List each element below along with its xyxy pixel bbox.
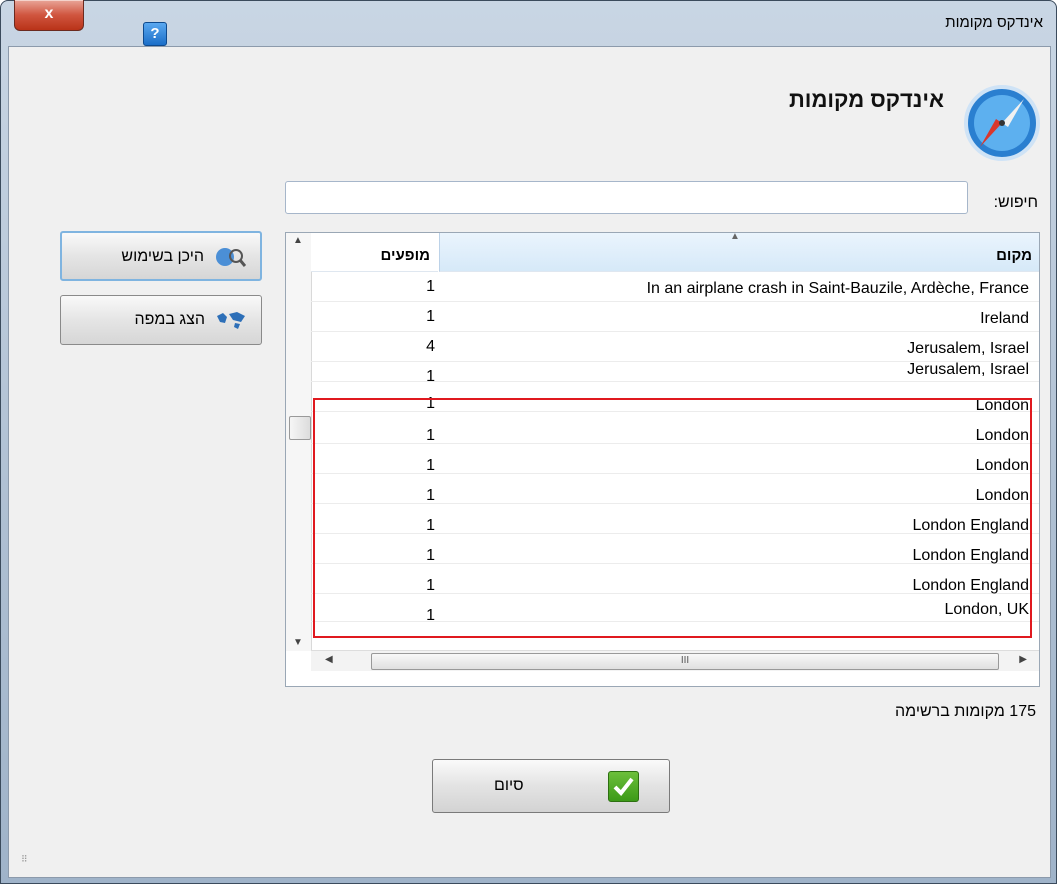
table-row[interactable]: 1 Jerusalem, Israel	[311, 361, 1039, 385]
checkmark-icon	[608, 771, 639, 802]
scroll-down-icon[interactable]: ▼	[293, 637, 303, 648]
hscroll-thumb[interactable]: III	[371, 653, 999, 670]
table-row[interactable]: 1 London England	[311, 563, 1039, 594]
count-header-label: מופעים	[380, 247, 431, 264]
table-row[interactable]: 4 Jerusalem, Israel	[311, 331, 1039, 362]
place-cell: Jerusalem, Israel	[907, 340, 1029, 357]
count-cell: 4	[426, 338, 435, 355]
places-table: ▲ ▼ מופעים ▲ מקום 1 In an airplane crash …	[285, 232, 1040, 687]
place-cell: Jerusalem, Israel	[907, 361, 1029, 378]
table-row[interactable]: 1 London	[311, 381, 1039, 414]
title-bar: x ? אינדקס מקומות	[0, 0, 1057, 46]
status-count: 175 מקומות ברשימה	[895, 703, 1036, 720]
scroll-up-icon[interactable]: ▲	[293, 235, 303, 246]
finish-label: סיום	[494, 777, 524, 794]
sort-ascending-icon: ▲	[730, 232, 740, 242]
place-cell: Ireland	[980, 310, 1029, 327]
scroll-thumb[interactable]	[289, 416, 311, 440]
place-header-label: מקום	[996, 247, 1032, 264]
count-cell: 1	[426, 278, 435, 295]
world-map-icon	[217, 312, 245, 329]
dialog-window: x ? אינדקס מקומות אינדקס מקומות חיפוש: ▲…	[0, 0, 1057, 884]
place-cell: In an airplane crash in Saint-Bauzile, A…	[646, 280, 1029, 297]
vertical-scrollbar[interactable]: ▲ ▼	[286, 233, 312, 651]
column-header-place[interactable]: ▲ מקום	[439, 232, 1039, 272]
dialog-body: אינדקס מקומות חיפוש: ▲ ▼ מופעים ▲ מקום 1…	[8, 46, 1051, 878]
table-row[interactable]: 1 Ireland	[311, 301, 1039, 332]
column-header-count[interactable]: מופעים	[311, 233, 438, 272]
table-row[interactable]: 1 In an airplane crash in Saint-Bauzile, …	[311, 271, 1039, 302]
show-on-map-button[interactable]: הצג במפה	[60, 295, 262, 345]
show-on-map-label: הצג במפה	[134, 311, 205, 328]
table-row[interactable]: 1 London	[311, 473, 1039, 504]
table-row[interactable]: 1 London England	[311, 533, 1039, 564]
magnifier-globe-icon	[216, 248, 246, 267]
where-used-label: היכן בשימוש	[121, 248, 204, 265]
horizontal-scrollbar[interactable]: ◀ III ▶	[311, 650, 1039, 671]
search-input[interactable]	[285, 181, 968, 214]
scroll-right-icon[interactable]: ▶	[1019, 654, 1027, 665]
place-cell: London, UK	[944, 601, 1029, 618]
table-row[interactable]: 1 London, UK	[311, 593, 1039, 624]
search-label: חיפוש:	[993, 194, 1038, 211]
table-row[interactable]: 1 London England	[311, 503, 1039, 534]
page-title: אינדקס מקומות	[789, 87, 944, 112]
resize-grip-icon[interactable]: ⠿	[21, 854, 28, 865]
scroll-left-icon[interactable]: ◀	[325, 654, 333, 665]
close-button[interactable]: x	[14, 0, 84, 31]
finish-button[interactable]: סיום	[432, 759, 670, 813]
count-cell: 1	[426, 395, 435, 412]
window-title: אינדקס מקומות	[945, 14, 1043, 31]
where-used-button[interactable]: היכן בשימוש	[60, 231, 262, 281]
help-button[interactable]: ?	[143, 22, 167, 46]
count-cell: 1	[426, 308, 435, 325]
count-cell: 1	[426, 607, 435, 624]
compass-icon	[964, 85, 1040, 161]
table-row[interactable]: 1 London	[311, 413, 1039, 444]
table-row[interactable]: 1 London	[311, 443, 1039, 474]
